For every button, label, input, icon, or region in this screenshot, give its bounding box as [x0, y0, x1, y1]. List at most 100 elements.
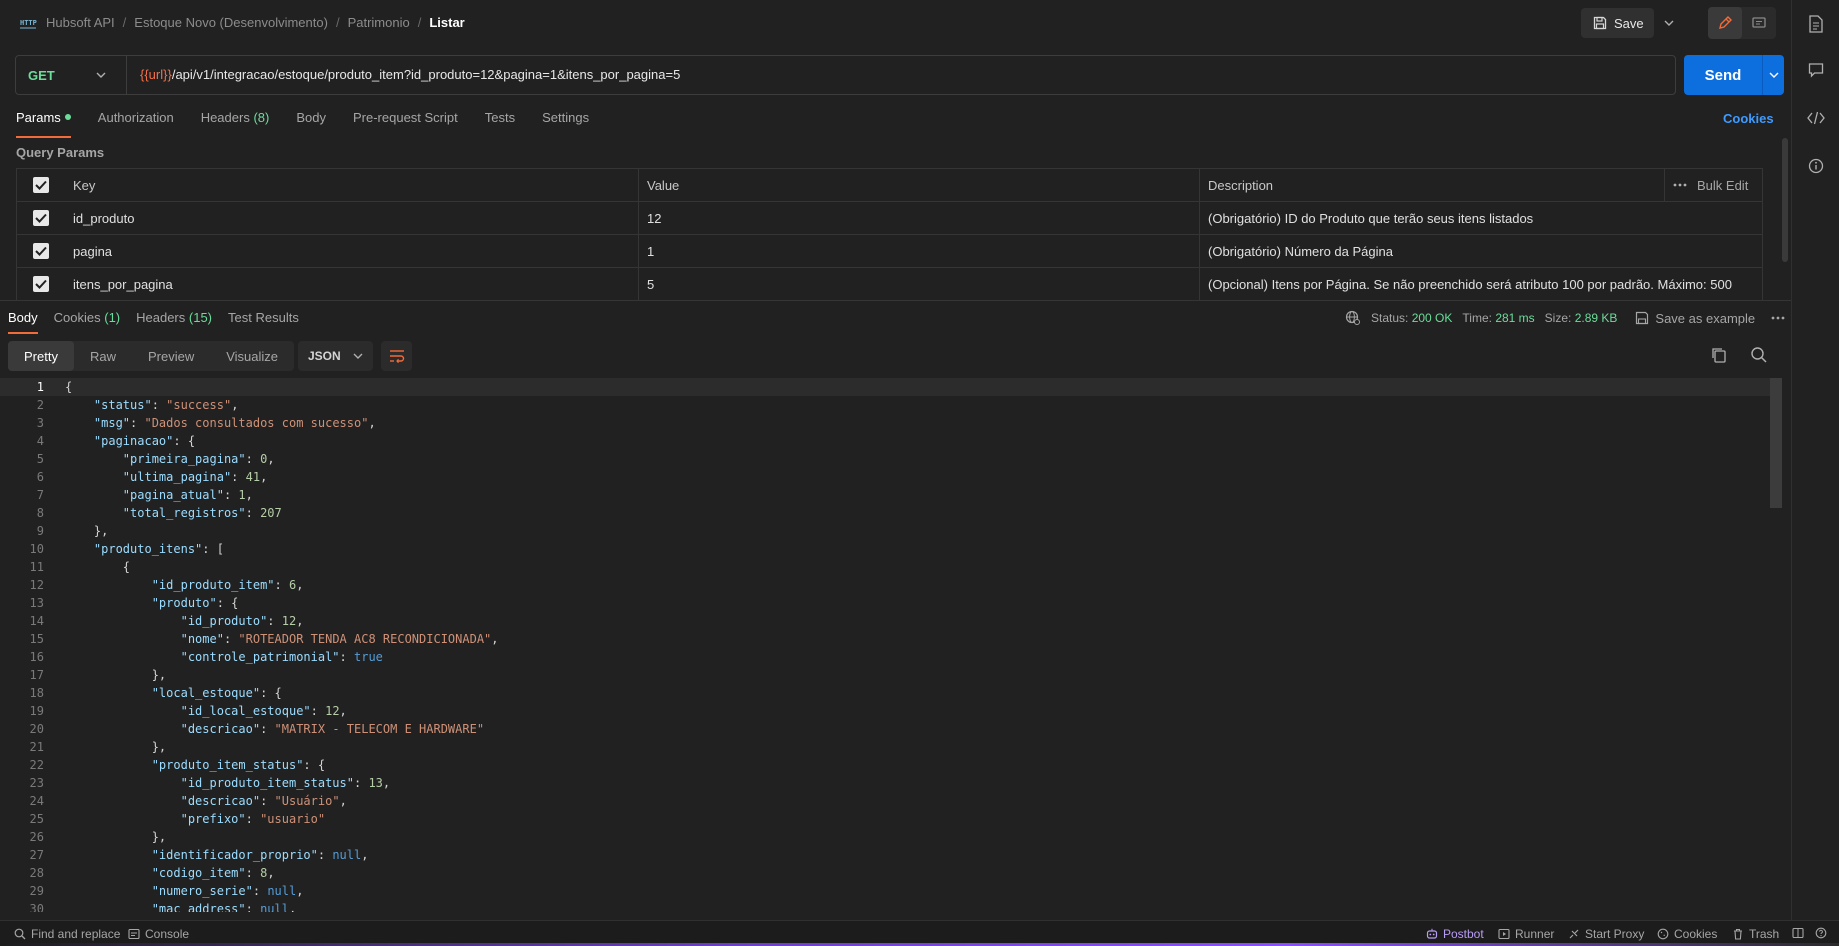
line-number: 18	[29, 686, 44, 700]
code-text: "local_estoque": {	[151, 686, 282, 700]
tab-settings-label: Settings	[542, 110, 590, 125]
line-number: 16	[29, 650, 44, 664]
tab-headers[interactable]: Headers (8)	[201, 110, 270, 138]
param-value[interactable]: 1	[639, 235, 1200, 267]
time-value[interactable]: 281 ms	[1495, 311, 1534, 325]
more-icon[interactable]	[1771, 316, 1785, 320]
request-name[interactable]: Listar	[429, 15, 464, 30]
breadcrumb-collection[interactable]: Hubsoft API	[46, 15, 115, 30]
table-row: pagina 1 (Obrigatório) Número da Página	[17, 235, 1762, 268]
breadcrumb-folder[interactable]: Estoque Novo (Desenvolvimento)	[134, 15, 328, 30]
view-raw-button[interactable]: Raw	[74, 341, 132, 371]
response-scrollbar[interactable]	[1770, 378, 1782, 508]
method-select[interactable]: GET	[16, 56, 127, 94]
wrap-lines-button[interactable]	[381, 341, 412, 371]
tab-params[interactable]: Params	[16, 110, 71, 138]
edit-mode-button[interactable]	[1708, 7, 1742, 39]
param-key[interactable]: itens_por_pagina	[65, 268, 639, 300]
console-button[interactable]: Console	[128, 927, 189, 941]
table-header-row: Key Value Description Bulk Edit	[17, 169, 1762, 202]
view-preview-button[interactable]: Preview	[132, 341, 210, 371]
view-pretty-button[interactable]: Pretty	[8, 341, 74, 371]
param-value[interactable]: 5	[639, 268, 1200, 300]
param-key[interactable]: pagina	[65, 235, 639, 267]
code-icon[interactable]	[1806, 108, 1826, 128]
line-number: 10	[29, 542, 44, 556]
code-text: "prefixo": "usuario"	[180, 812, 326, 826]
documentation-icon[interactable]	[1806, 14, 1826, 34]
search-icon[interactable]	[1750, 346, 1768, 364]
cookies-link[interactable]: Cookies	[1723, 111, 1774, 126]
code-text: {	[65, 380, 73, 394]
send-options-button[interactable]	[1762, 55, 1784, 95]
param-checkbox[interactable]	[17, 202, 65, 234]
bulk-edit-button[interactable]: Bulk Edit	[1664, 169, 1762, 201]
response-body-editor[interactable]: 1{2 "status": "success", 3 "msg": "Dados …	[0, 378, 1770, 912]
line-number: 7	[36, 488, 44, 502]
help-icon[interactable]	[1815, 927, 1827, 939]
tab-response-body[interactable]: Body	[8, 310, 38, 334]
postbot-button[interactable]: Postbot	[1426, 927, 1484, 941]
param-checkbox[interactable]	[17, 268, 65, 300]
tab-test-results[interactable]: Test Results	[228, 310, 299, 334]
code-line: 2 "status": "success",	[0, 396, 1770, 414]
save-button[interactable]: Save	[1581, 8, 1654, 38]
response-view-toggle: Pretty Raw Preview Visualize	[8, 341, 295, 371]
status-value[interactable]: 200 OK	[1412, 311, 1453, 325]
tab-body[interactable]: Body	[296, 110, 326, 138]
code-text: "ultima_pagina": 41,	[122, 470, 268, 484]
code-text: },	[151, 830, 167, 844]
trash-button[interactable]: Trash	[1732, 927, 1779, 941]
save-as-example-button[interactable]: Save as example	[1635, 311, 1755, 326]
param-description[interactable]: (Obrigatório) Número da Página	[1200, 235, 1762, 267]
tab-params-label: Params	[16, 110, 61, 125]
code-text: "id_produto_item": 6,	[151, 578, 304, 592]
line-number: 1	[36, 380, 44, 394]
info-icon[interactable]	[1806, 156, 1826, 176]
start-proxy-button[interactable]: Start Proxy	[1568, 927, 1644, 941]
url-input[interactable]: {{url}}/api/v1/integracao/estoque/produt…	[140, 67, 680, 82]
comments-icon[interactable]	[1806, 60, 1826, 80]
size-value[interactable]: 2.89 KB	[1575, 311, 1618, 325]
tab-authorization-label: Authorization	[97, 110, 174, 125]
layout-icon[interactable]	[1792, 927, 1804, 939]
select-all-checkbox[interactable]	[17, 169, 65, 201]
comment-mode-button[interactable]	[1742, 7, 1776, 39]
param-description[interactable]: (Opcional) Itens por Página. Se não pree…	[1200, 268, 1762, 300]
view-visualize-button[interactable]: Visualize	[210, 341, 294, 371]
globe-icon[interactable]	[1345, 310, 1361, 326]
save-options-button[interactable]	[1656, 8, 1682, 38]
code-line: 26 },	[0, 828, 1770, 846]
code-line: 25 "prefixo": "usuario"	[0, 810, 1770, 828]
format-select[interactable]: JSON	[298, 341, 373, 371]
tab-prerequest-script[interactable]: Pre-request Script	[353, 110, 458, 138]
tab-settings[interactable]: Settings	[542, 110, 589, 138]
request-scrollbar[interactable]	[1782, 138, 1788, 262]
breadcrumb-subfolder[interactable]: Patrimonio	[348, 15, 410, 30]
line-number: 3	[36, 416, 44, 430]
tab-response-cookies[interactable]: Cookies (1)	[54, 310, 120, 334]
copy-icon[interactable]	[1710, 346, 1728, 364]
runner-button[interactable]: Runner	[1498, 927, 1554, 941]
cookies-button[interactable]: Cookies	[1657, 927, 1717, 941]
pencil-icon	[1717, 15, 1733, 31]
query-params-table: Key Value Description Bulk Edit id_produ…	[16, 168, 1763, 301]
find-replace-button[interactable]: Find and replace	[14, 927, 120, 941]
code-line: 30 "mac_address": null,	[0, 900, 1770, 912]
tab-response-headers[interactable]: Headers (15)	[136, 310, 212, 334]
tab-tests[interactable]: Tests	[485, 110, 515, 138]
code-text: "id_produto": 12,	[180, 614, 304, 628]
breadcrumb-separator: /	[417, 14, 422, 30]
code-line: 16 "controle_patrimonial": true	[0, 648, 1770, 666]
line-number: 29	[29, 884, 44, 898]
more-icon[interactable]	[1673, 183, 1687, 187]
param-key[interactable]: id_produto	[65, 202, 639, 234]
param-value[interactable]: 12	[639, 202, 1200, 234]
param-checkbox[interactable]	[17, 235, 65, 267]
url-bar: GET {{url}}/api/v1/integracao/estoque/pr…	[15, 55, 1676, 95]
runner-icon	[1498, 928, 1510, 940]
tab-authorization[interactable]: Authorization	[98, 110, 174, 138]
code-text: "descricao": "Usuário",	[180, 794, 347, 808]
param-description[interactable]: (Obrigatório) ID do Produto que terão se…	[1200, 202, 1762, 234]
send-button[interactable]: Send	[1684, 55, 1762, 95]
